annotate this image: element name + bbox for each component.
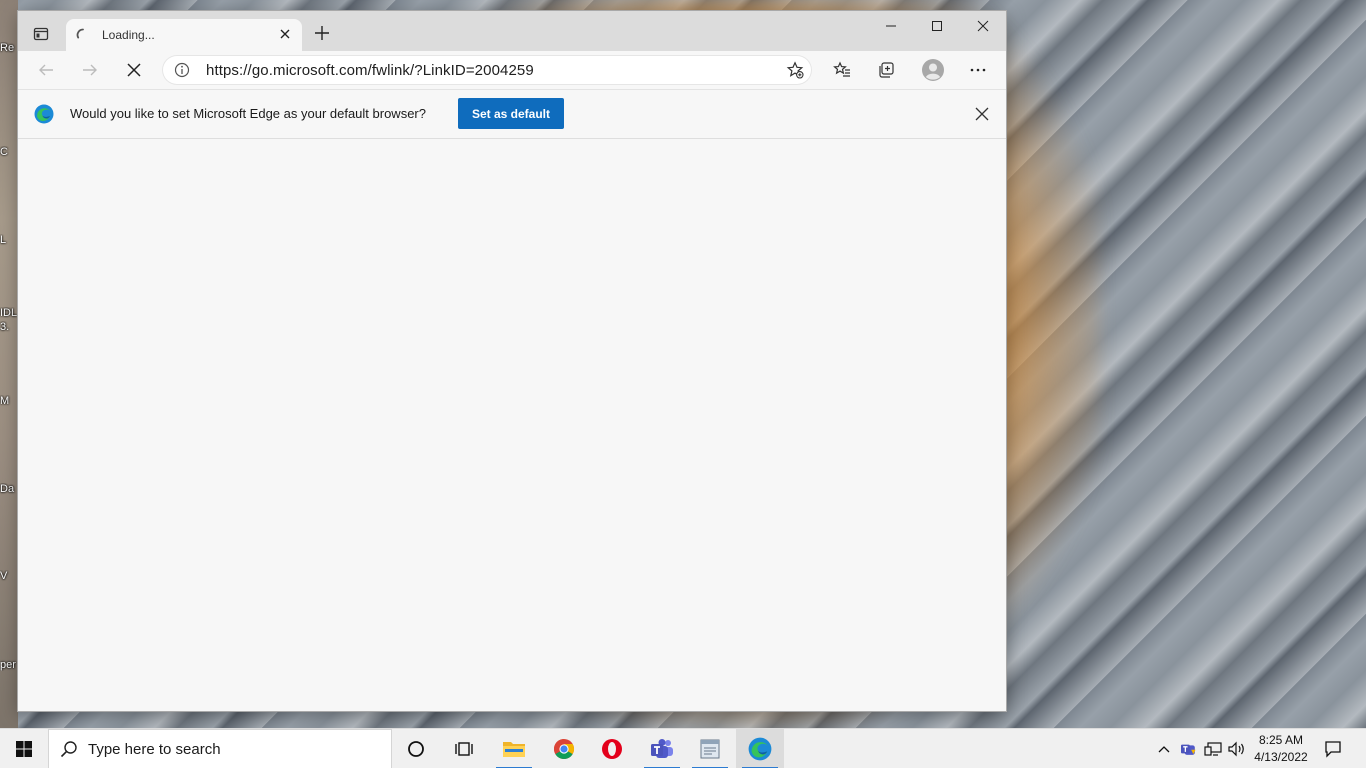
teams-icon [651, 739, 673, 758]
file-explorer-icon [503, 742, 525, 757]
close-tab-icon[interactable] [278, 27, 292, 41]
volume-button[interactable] [1226, 729, 1248, 768]
desktop-icon-label[interactable]: M [0, 395, 18, 407]
stop-icon [127, 63, 141, 77]
start-button[interactable] [0, 729, 48, 768]
title-bar: Loading... [18, 11, 1006, 51]
chrome-icon [554, 739, 574, 759]
notification-icon [1325, 741, 1341, 758]
collections-button[interactable] [874, 59, 898, 81]
address-bar[interactable]: https://go.microsoft.com/fwlink/?LinkID=… [162, 55, 812, 85]
tab-actions-icon [33, 27, 49, 41]
teams-tray-icon [1181, 744, 1196, 755]
tab-actions-button[interactable] [24, 19, 58, 49]
file-explorer-button[interactable] [490, 729, 538, 768]
task-view-icon [455, 742, 473, 756]
notepad-app-icon [700, 739, 720, 759]
close-icon [977, 20, 989, 32]
edge-taskbar-button[interactable] [736, 729, 784, 768]
url-text[interactable]: https://go.microsoft.com/fwlink/?LinkID=… [206, 62, 534, 79]
network-button[interactable] [1202, 729, 1224, 768]
settings-more-button[interactable] [966, 59, 990, 81]
task-view-button[interactable] [440, 729, 488, 768]
infobar-message: Would you like to set Microsoft Edge as … [70, 106, 426, 121]
set-as-default-button[interactable]: Set as default [458, 98, 564, 129]
opera-button[interactable] [588, 729, 636, 768]
teams-button[interactable] [638, 729, 686, 768]
taskbar-search-box[interactable]: Type here to search [48, 729, 392, 768]
tab-title: Loading... [102, 28, 155, 42]
edge-logo-icon [34, 104, 54, 124]
profile-avatar-icon [922, 59, 944, 81]
default-browser-infobar: Would you like to set Microsoft Edge as … [18, 90, 1006, 139]
favorites-icon [833, 61, 850, 77]
profile-button[interactable] [920, 57, 946, 83]
desktop-icon-label[interactable]: 3. [0, 321, 18, 333]
cortana-icon [408, 741, 424, 757]
stop-loading-button[interactable] [122, 59, 146, 81]
more-dots-icon [970, 68, 986, 72]
taskbar: Type here to search 8:25 AM 4/13/2022 [0, 728, 1366, 768]
action-center-button[interactable] [1318, 729, 1348, 768]
page-content-area [18, 139, 1006, 711]
add-favorite-icon[interactable] [786, 61, 804, 79]
desktop-icon-label[interactable]: Re [0, 42, 18, 54]
search-icon [60, 741, 77, 758]
chevron-up-icon [1158, 746, 1170, 753]
edge-window: Loading... https://go.microsoft.com/fwli… [18, 11, 1006, 711]
desktop-icons-strip: Re C L IDL 3. M Da V per [0, 0, 18, 728]
clock-time: 8:25 AM [1258, 733, 1304, 747]
desktop-icon-label[interactable]: C [0, 146, 18, 158]
site-info-icon[interactable] [174, 62, 190, 78]
chrome-button[interactable] [540, 729, 588, 768]
search-placeholder: Type here to search [88, 741, 221, 758]
tab-loading[interactable]: Loading... [66, 19, 302, 51]
desktop-icon-label[interactable]: Da [0, 483, 18, 495]
clock-date: 4/13/2022 [1254, 750, 1308, 764]
back-button[interactable] [34, 59, 58, 81]
desktop-icon-label[interactable]: IDL [0, 307, 18, 319]
navigation-toolbar: https://go.microsoft.com/fwlink/?LinkID=… [18, 51, 1006, 90]
show-hidden-icons-button[interactable] [1154, 729, 1174, 768]
minimize-button[interactable] [868, 11, 914, 41]
new-tab-icon[interactable] [314, 25, 330, 41]
close-window-button[interactable] [960, 11, 1006, 41]
collections-icon [879, 62, 894, 78]
desktop-icon-label[interactable]: per [0, 659, 18, 671]
desktop-icon-label[interactable]: V [0, 570, 18, 582]
forward-button[interactable] [78, 59, 102, 81]
maximize-icon [932, 21, 942, 31]
close-infobar-icon[interactable] [974, 106, 990, 122]
edge-icon [748, 737, 772, 761]
teams-tray-button[interactable] [1178, 729, 1200, 768]
back-arrow-icon [39, 64, 53, 76]
forward-arrow-icon [83, 64, 97, 76]
desktop-icon-label[interactable]: L [0, 234, 18, 246]
maximize-button[interactable] [914, 11, 960, 41]
notepad-app-button[interactable] [686, 729, 734, 768]
windows-logo-icon [16, 741, 32, 757]
opera-icon [602, 739, 622, 759]
network-icon [1204, 742, 1222, 756]
minimize-icon [886, 25, 896, 27]
loading-spinner-icon [76, 28, 84, 39]
system-clock[interactable]: 8:25 AM 4/13/2022 [1250, 732, 1312, 766]
cortana-button[interactable] [392, 729, 440, 768]
favorites-button[interactable] [830, 59, 854, 81]
speaker-icon [1228, 741, 1244, 757]
